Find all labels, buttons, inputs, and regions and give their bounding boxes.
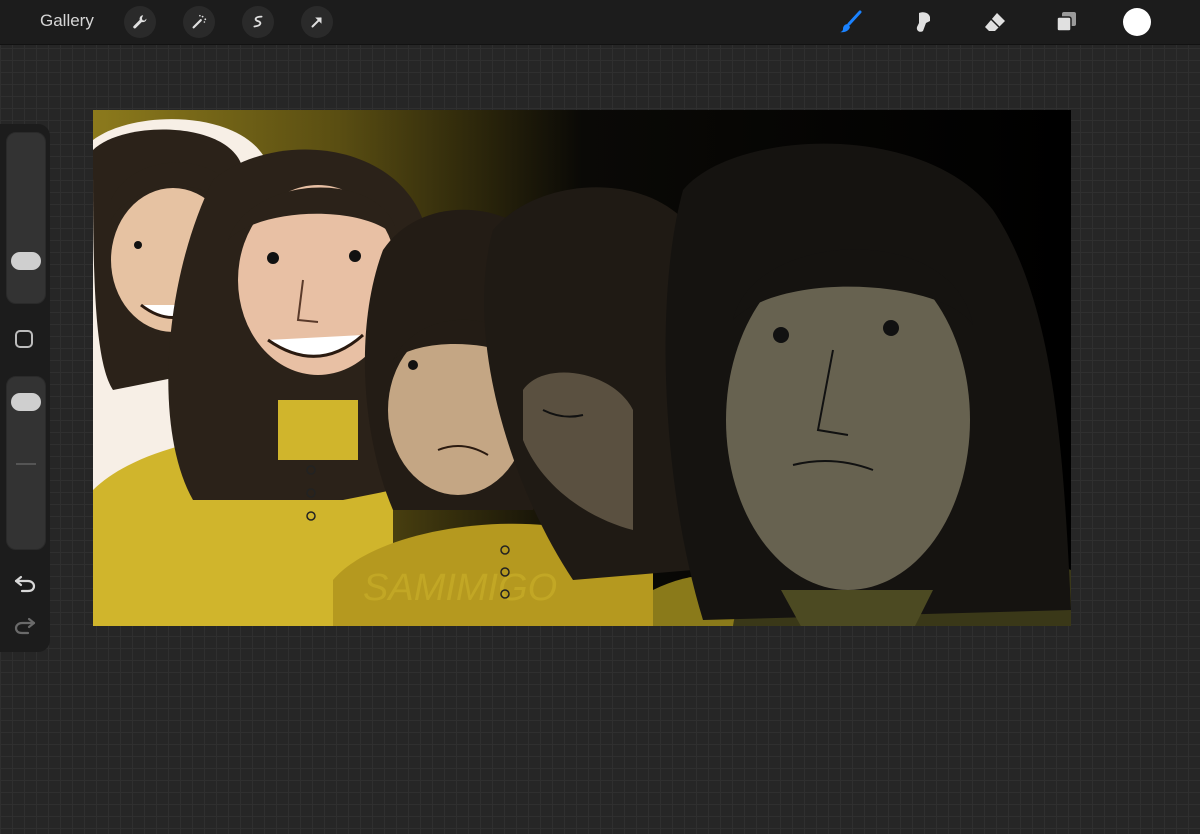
layers-icon [1056,12,1076,32]
color-picker-button[interactable] [1123,8,1151,36]
smudge-tool-button[interactable] [908,7,938,37]
artwork-illustration: SAMIMIGO [93,110,1071,626]
eraser-icon [985,13,1005,31]
artist-watermark: SAMIMIGO [363,567,557,609]
eraser-tool-button[interactable] [980,7,1010,37]
selection-icon [253,15,263,28]
gallery-button[interactable]: Gallery [40,11,94,31]
actions-button[interactable] [124,6,156,38]
wrench-icon [133,15,147,29]
adjustments-button[interactable] [183,6,215,38]
arrow-cursor-icon [311,17,322,28]
magic-wand-icon [192,14,207,29]
opacity-handle[interactable] [11,392,41,411]
redo-icon[interactable] [13,614,37,636]
drawing-canvas[interactable]: SAMIMIGO [93,110,1071,626]
brush-size-handle[interactable] [11,252,41,271]
slider-midpoint-mark [16,463,36,465]
modify-button[interactable] [15,330,33,348]
left-sidebar [0,124,50,652]
brush-icon [840,10,862,33]
undo-icon[interactable] [13,572,37,594]
selection-button[interactable] [242,6,274,38]
layers-button[interactable] [1051,7,1081,37]
smudge-icon [916,12,930,32]
brush-tool-button[interactable] [836,7,866,37]
transform-button[interactable] [301,6,333,38]
brush-size-slider[interactable] [6,132,46,304]
top-toolbar: Gallery [0,0,1200,45]
opacity-slider[interactable] [6,376,46,550]
